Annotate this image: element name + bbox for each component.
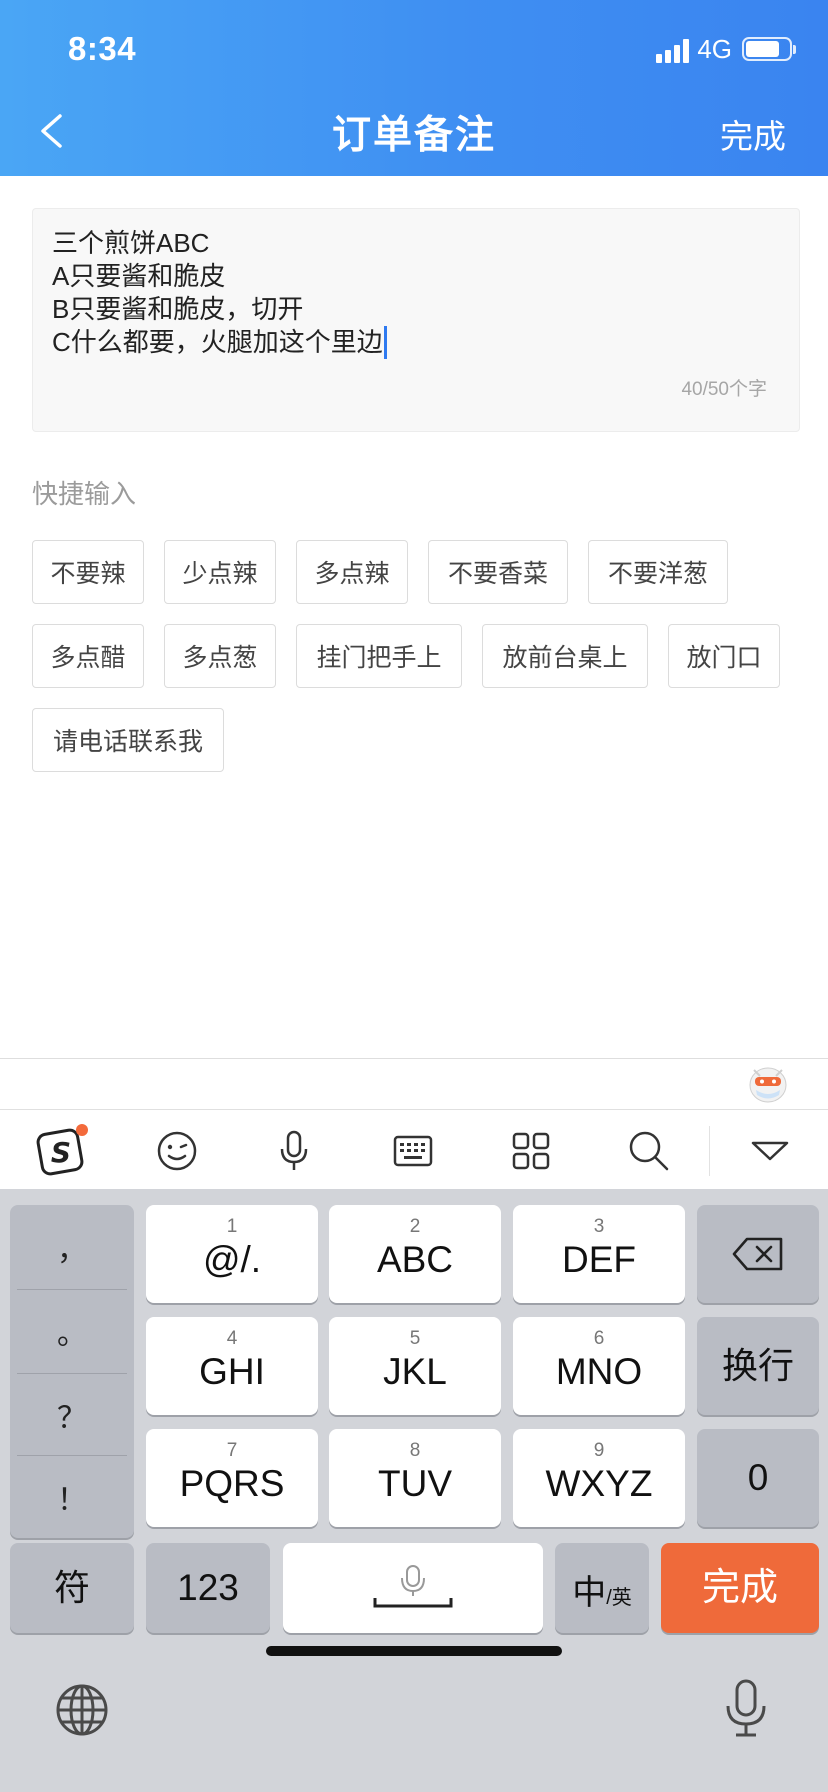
home-indicator[interactable] <box>266 1646 562 1656</box>
backspace-key[interactable] <box>697 1205 819 1303</box>
quick-tag[interactable]: 挂门把手上 <box>296 624 462 688</box>
key-label: TUV <box>378 1463 452 1504</box>
lang-main-label: 中 <box>572 1574 607 1612</box>
collapse-keyboard-icon[interactable] <box>748 1129 792 1173</box>
key-label: 完成 <box>701 1567 778 1609</box>
keyboard-icon[interactable] <box>391 1129 435 1173</box>
key-number: 8 <box>409 1440 421 1461</box>
sogou-logo-icon-svg: S <box>36 1124 88 1176</box>
key-9[interactable]: 9 WXYZ <box>513 1429 685 1527</box>
signal-icon <box>656 35 690 63</box>
key-number: 6 <box>593 1328 605 1349</box>
key-5[interactable]: 5 JKL <box>329 1317 501 1415</box>
key-label: MNO <box>555 1351 643 1392</box>
note-line: B只要酱和脆皮，切开 <box>52 294 304 324</box>
note-line-last: C什么都要，火腿加这个里边 <box>52 326 780 359</box>
key-2[interactable]: 2 ABC <box>329 1205 501 1303</box>
text-caret <box>383 326 387 359</box>
punctuation-column: ， 。 ？ ！ <box>10 1205 134 1538</box>
key-7[interactable]: 7 PQRS <box>146 1429 318 1527</box>
header-done-button[interactable]: 完成 <box>720 110 786 158</box>
quick-tag[interactable]: 不要辣 <box>32 540 144 604</box>
apps-grid-icon[interactable] <box>509 1129 553 1173</box>
note-line-text: C什么都要，火腿加这个里边 <box>52 327 383 357</box>
network-type: 4G <box>697 33 732 64</box>
header: 8:34 4G 订单备注 完成 <box>0 0 828 176</box>
key-label: GHI <box>199 1351 265 1392</box>
key-number: 4 <box>226 1328 238 1349</box>
key-3[interactable]: 3 DEF <box>513 1205 685 1303</box>
key-label: @/. <box>202 1239 262 1280</box>
key-label: DEF <box>562 1239 636 1280</box>
punct-question[interactable]: ？ <box>10 1373 134 1457</box>
status-time: 8:34 <box>68 30 137 67</box>
key-number: 3 <box>593 1216 605 1237</box>
key-label: WXYZ <box>545 1463 653 1504</box>
svg-text:S: S <box>51 1136 71 1169</box>
globe-icon[interactable] <box>54 1682 110 1738</box>
quick-tag[interactable]: 少点辣 <box>164 540 276 604</box>
quick-tag[interactable]: 多点醋 <box>32 624 144 688</box>
key-label: 换行 <box>721 1345 794 1386</box>
backspace-icon <box>732 1237 783 1271</box>
screen: { "status_bar": {"time": "8:34", "networ… <box>0 0 828 1792</box>
quick-tag[interactable]: 放前台桌上 <box>482 624 648 688</box>
punct-period[interactable]: 。 <box>10 1289 134 1373</box>
note-line: A只要酱和脆皮 <box>52 261 226 291</box>
numbers-key[interactable]: 123 <box>146 1543 270 1633</box>
key-number: 5 <box>409 1328 421 1349</box>
quick-tag[interactable]: 多点葱 <box>164 624 276 688</box>
key-number: 7 <box>226 1440 238 1461</box>
key-label: ABC <box>376 1239 454 1280</box>
page-title: 订单备注 <box>331 114 496 157</box>
key-number: 2 <box>409 1216 421 1237</box>
quick-tag[interactable]: 放门口 <box>668 624 780 688</box>
newline-key[interactable]: 换行 <box>697 1317 819 1415</box>
search-icon[interactable] <box>627 1129 671 1173</box>
key-label: PQRS <box>179 1463 285 1504</box>
emoji-icon[interactable] <box>155 1129 199 1173</box>
note-textarea[interactable]: 三个煎饼ABC A只要酱和脆皮 B只要酱和脆皮，切开 C什么都要，火腿加这个里边… <box>32 208 800 432</box>
quick-tag[interactable]: 不要洋葱 <box>588 540 728 604</box>
quick-input-title: 快捷输入 <box>32 479 137 509</box>
mascot-icon[interactable] <box>748 1062 788 1104</box>
sogou-logo-icon[interactable]: S <box>36 1124 88 1176</box>
key-4[interactable]: 4 GHI <box>146 1317 318 1415</box>
keyboard: ， 。 ？ ！ 1 @/. 2 ABC 3 DEF 4 GHI 5 JKL 6 MNO 换行… <box>0 1189 828 1792</box>
toolbar-separator <box>709 1126 710 1176</box>
key-8[interactable]: 8 TUV <box>329 1429 501 1527</box>
key-6[interactable]: 6 MNO <box>513 1317 685 1415</box>
punct-exclamation[interactable]: ！ <box>10 1455 134 1539</box>
quick-tag[interactable]: 请电话联系我 <box>32 708 224 772</box>
note-line: 三个煎饼ABC <box>52 228 210 258</box>
language-toggle-key[interactable]: 中/英 <box>555 1543 649 1633</box>
quick-tag[interactable]: 不要香菜 <box>428 540 568 604</box>
status-indicators: 4G <box>656 32 796 66</box>
battery-icon <box>742 37 796 61</box>
space-key[interactable] <box>283 1543 543 1633</box>
key-number: 1 <box>226 1216 238 1237</box>
key-number: 9 <box>593 1440 605 1461</box>
key-0[interactable]: 0 <box>697 1429 819 1527</box>
space-microphone-icon <box>373 1565 453 1608</box>
symbol-key[interactable]: 符 <box>10 1543 134 1633</box>
keyboard-done-button[interactable]: 完成 <box>661 1543 819 1633</box>
dictation-icon[interactable] <box>722 1678 770 1740</box>
ime-divider <box>0 1058 828 1059</box>
quick-tag[interactable]: 多点辣 <box>296 540 408 604</box>
key-label: 符 <box>53 1567 90 1608</box>
microphone-icon[interactable] <box>272 1129 316 1173</box>
lang-sub-label: /英 <box>606 1587 632 1609</box>
char-counter: 40/50个字 <box>681 379 767 400</box>
key-label: 0 <box>747 1457 769 1498</box>
key-label: JKL <box>383 1351 447 1392</box>
key-label: 123 <box>177 1567 239 1608</box>
punct-comma[interactable]: ， <box>10 1205 134 1289</box>
ime-toolbar: S <box>0 1109 828 1189</box>
key-1[interactable]: 1 @/. <box>146 1205 318 1303</box>
